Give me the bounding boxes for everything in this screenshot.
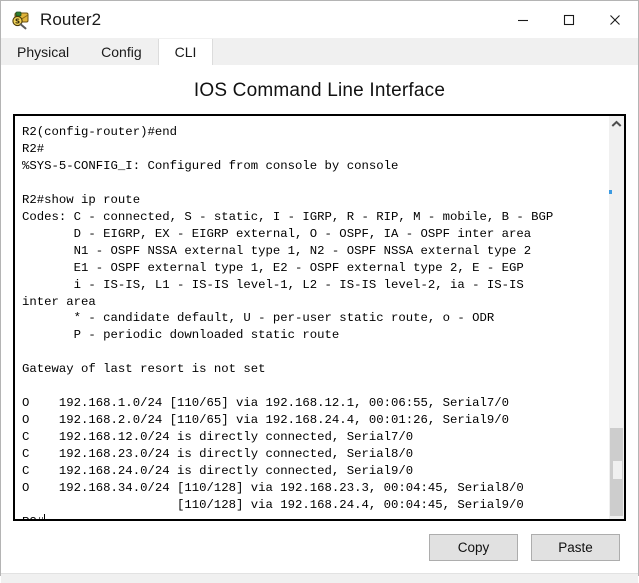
- router-cli-window: S Router2 Physical Config CLI IOS Comman…: [0, 0, 639, 583]
- close-button[interactable]: [592, 1, 638, 38]
- window-controls: [500, 1, 638, 38]
- maximize-button[interactable]: [546, 1, 592, 38]
- title-bar: S Router2: [1, 1, 638, 38]
- router-magnifier-icon: S: [10, 9, 32, 31]
- page-title: IOS Command Line Interface: [193, 80, 446, 101]
- terminal-output[interactable]: R2(config-router)#end R2# %SYS-5-CONFIG_…: [15, 116, 608, 519]
- terminal-scrollbar[interactable]: [608, 116, 624, 519]
- close-icon: [610, 14, 620, 25]
- scroll-up-button[interactable]: [609, 116, 624, 133]
- svg-text:S: S: [15, 17, 20, 25]
- scroll-track[interactable]: [609, 133, 624, 516]
- minimize-icon: [518, 19, 528, 21]
- scroll-thumb-grip: [613, 461, 622, 479]
- terminal-prompt: R2#: [22, 515, 44, 519]
- maximize-icon: [563, 14, 575, 25]
- paste-button[interactable]: Paste: [531, 533, 620, 561]
- terminal-text: R2(config-router)#end R2# %SYS-5-CONFIG_…: [22, 124, 608, 519]
- chevron-up-icon: [611, 120, 622, 127]
- minimize-button[interactable]: [500, 1, 546, 38]
- terminal-container: R2(config-router)#end R2# %SYS-5-CONFIG_…: [13, 114, 626, 521]
- tab-physical[interactable]: Physical: [1, 39, 86, 65]
- tab-bar: Physical Config CLI: [1, 38, 638, 66]
- window-bottom-strip: [1, 573, 638, 583]
- terminal-cursor: [44, 513, 46, 519]
- window-title: Router2: [40, 9, 102, 29]
- action-bar: Copy Paste: [1, 521, 638, 573]
- copy-button[interactable]: Copy: [429, 533, 518, 561]
- scroll-marker: [609, 190, 612, 194]
- scroll-thumb[interactable]: [610, 428, 623, 516]
- tab-config[interactable]: Config: [85, 39, 158, 65]
- cli-panel: IOS Command Line Interface R2(config-rou…: [1, 66, 638, 583]
- tab-cli[interactable]: CLI: [157, 39, 214, 65]
